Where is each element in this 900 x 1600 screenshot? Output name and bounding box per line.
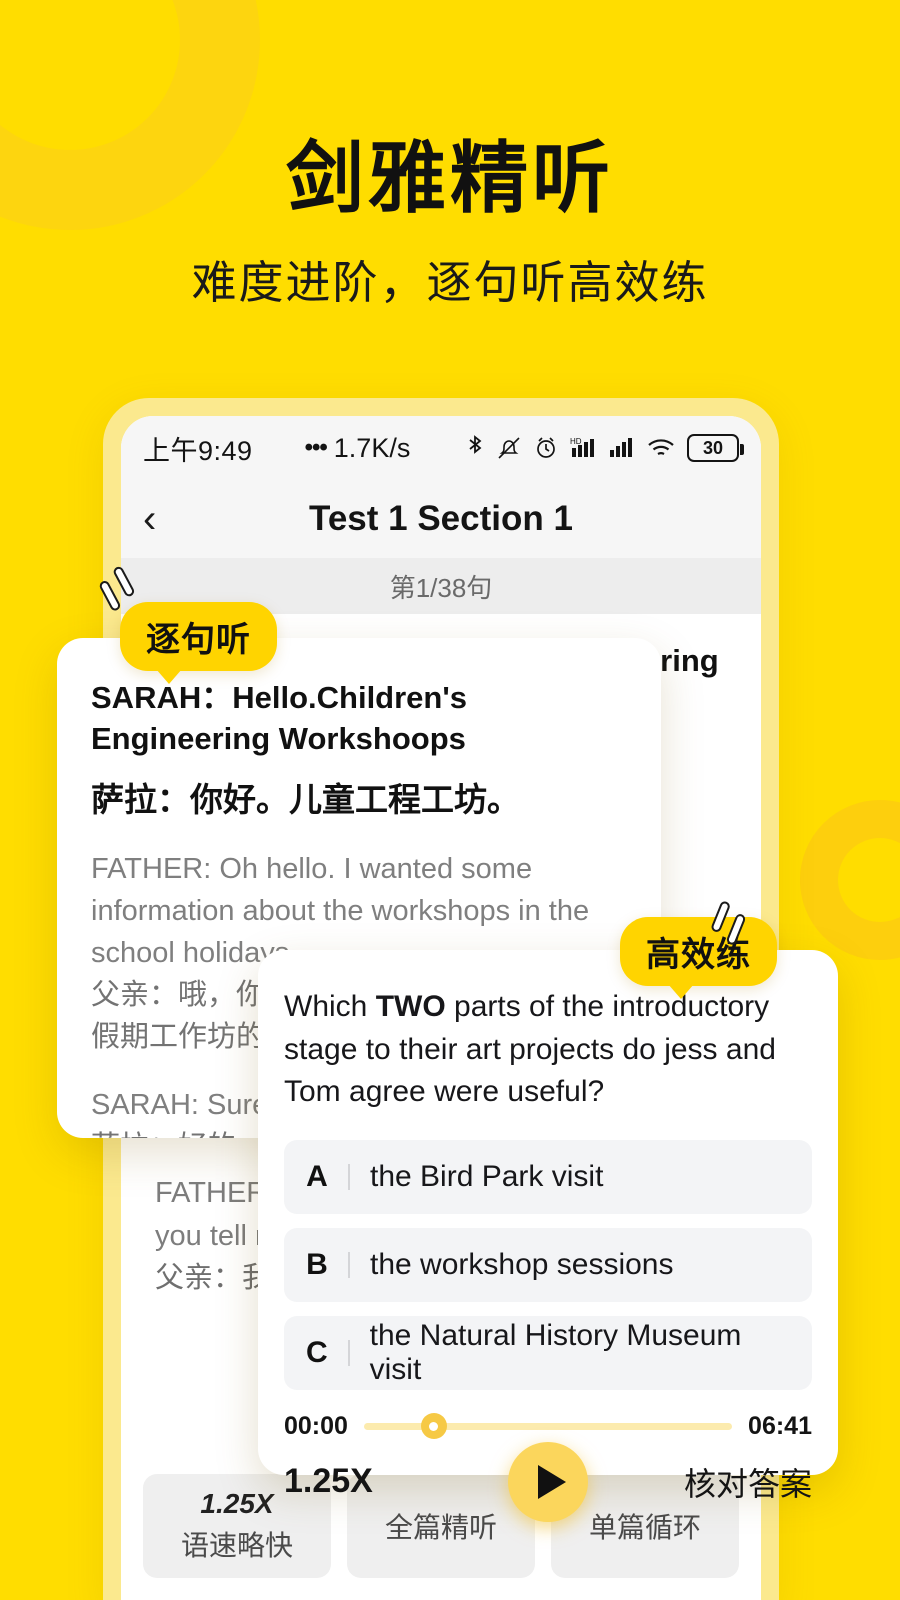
player-progress-slider[interactable] (363, 1413, 733, 1440)
status-net-speed: 1.7K/s (333, 432, 411, 463)
badge-efficient-practice: 高效练 (620, 917, 777, 999)
battery-level: 30 (702, 437, 724, 458)
bluetooth-icon (469, 435, 482, 454)
player-controls-row: 1.25X 核对答案 (284, 1441, 812, 1522)
option-label: the workshop sessions (370, 1247, 674, 1281)
signal-icon (610, 438, 632, 457)
option-divider (348, 1251, 350, 1278)
player-progress-thumb[interactable] (420, 1413, 447, 1440)
option-c[interactable]: C the Natural History Museum visit (284, 1315, 812, 1390)
battery-icon: 30 (687, 434, 744, 462)
svg-text:HD: HD (570, 437, 582, 446)
check-answer-button[interactable]: 核对答案 (684, 1459, 812, 1505)
toolbar-full-listen-label: 全篇精听 (384, 1512, 497, 1543)
player-speed-button[interactable]: 1.25X (284, 1462, 373, 1501)
option-letter: A (306, 1159, 328, 1193)
option-a[interactable]: A the Bird Park visit (284, 1139, 812, 1214)
nav-title: Test 1 Section 1 (309, 499, 573, 538)
option-b[interactable]: B the workshop sessions (284, 1227, 812, 1302)
question-text: Which TWO parts of the introductory stag… (284, 986, 812, 1114)
question-feature-card: Which TWO parts of the introductory stag… (258, 950, 838, 1522)
option-label: the Bird Park visit (370, 1159, 604, 1193)
audio-player: 00:00 06:41 1.25X 核对答案 (284, 1412, 812, 1522)
page-subtitle: 难度进阶，逐句听高效练 (191, 256, 709, 308)
option-label: the Natural History Museum visit (369, 1318, 742, 1386)
nav-bar: ‹ Test 1 Section 1 (121, 480, 761, 558)
bell-mute-icon (498, 437, 520, 459)
option-letter: C (306, 1335, 328, 1369)
network-dots-icon: ••• (304, 434, 328, 461)
toolbar-speed-value: 1.25X (200, 1488, 274, 1519)
card-transcript-active-en: SARAH：Hello.Children's Engineering Works… (91, 680, 467, 756)
option-letter: B (306, 1247, 328, 1281)
player-current-time: 00:00 (284, 1411, 348, 1440)
hd-signal-icon: HD (570, 437, 594, 457)
sentence-progress-label: 第1/38句 (389, 572, 493, 603)
page-title: 剑雅精听 (285, 134, 614, 222)
status-time: 上午9:49 (143, 435, 253, 466)
question-text-emphasis: TWO (375, 990, 446, 1023)
toolbar-loop-label: 单篇循环 (588, 1512, 701, 1543)
play-icon[interactable] (508, 1441, 588, 1522)
play-triangle (537, 1464, 566, 1499)
option-divider (347, 1339, 350, 1366)
background-ring-right (800, 800, 900, 960)
toolbar-speed-label: 语速略快 (180, 1530, 293, 1561)
hero-headline: 剑雅精听 难度进阶，逐句听高效练 (0, 134, 900, 311)
question-options: A the Bird Park visit B the workshop ses… (284, 1139, 812, 1390)
player-progress-row: 00:00 06:41 (284, 1412, 812, 1441)
status-network: ••• 1.7K/s (305, 433, 411, 464)
status-bar: 上午9:49 ••• 1.7K/s HD 30 (121, 416, 761, 480)
player-total-time: 06:41 (748, 1411, 812, 1440)
card-transcript-active-zh: 萨拉：你好。儿童工程工坊。 (91, 780, 520, 818)
question-text-pre: Which (284, 990, 376, 1023)
alarm-icon (537, 437, 555, 458)
status-icons: HD 30 (465, 434, 744, 462)
option-divider (348, 1163, 350, 1190)
badge-listen-by-sentence: 逐句听 (120, 602, 277, 684)
wifi-icon (648, 439, 674, 456)
